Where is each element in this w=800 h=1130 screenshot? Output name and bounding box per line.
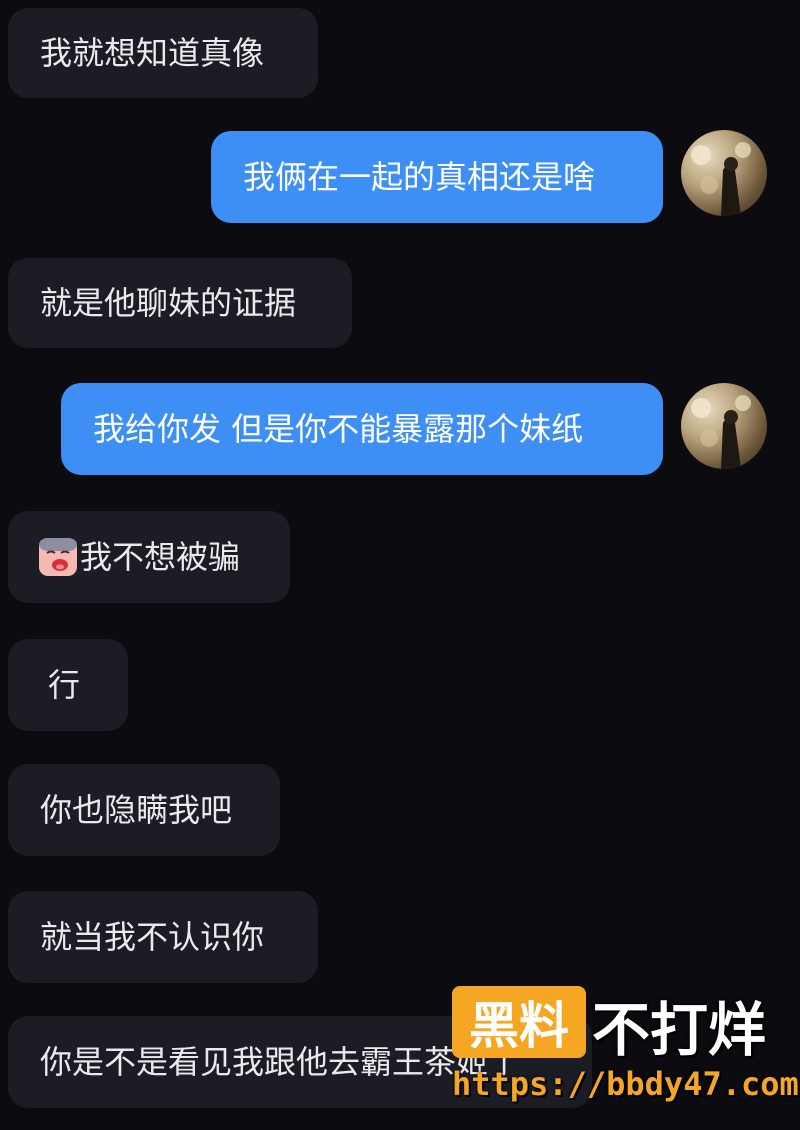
message-bubble-incoming[interactable]: 我不想被骗 [8, 511, 290, 603]
message-text: 就当我不认识你 [40, 918, 265, 956]
message-text: 你是不是看见我跟他去霸王茶姬了 [40, 1043, 521, 1081]
message-text: 你也隐瞒我吧 [40, 791, 233, 829]
message-bubble-incoming[interactable]: 就是他聊妹的证据 [8, 258, 352, 348]
message-bubble-outgoing[interactable]: 我给你发 但是你不能暴露那个妹纸 [61, 383, 663, 475]
message-text: 就是他聊妹的证据 [40, 284, 297, 322]
crying-face-icon [39, 538, 77, 576]
message-text: 我给你发 但是你不能暴露那个妹纸 [93, 410, 584, 448]
watermark-slogan: 不打烊 [592, 996, 767, 1064]
message-text: 我不想被骗 [80, 538, 241, 576]
message-bubble-outgoing[interactable]: 我俩在一起的真相还是啥 [211, 131, 663, 223]
watermark-brand-badge: 黑料 [452, 986, 586, 1058]
user-avatar[interactable] [681, 130, 767, 216]
message-bubble-incoming[interactable]: 就当我不认识你 [8, 891, 318, 983]
message-bubble-incoming[interactable]: 行 [8, 639, 128, 731]
message-text: 我俩在一起的真相还是啥 [243, 158, 596, 196]
user-avatar[interactable] [681, 383, 767, 469]
message-text: 行 [48, 666, 81, 704]
message-text: 我就想知道真像 [40, 34, 265, 72]
message-bubble-incoming[interactable]: 我就想知道真像 [8, 8, 318, 98]
watermark-brand: 黑料 [469, 997, 569, 1055]
avatar-photo [691, 142, 751, 216]
watermark-url: https://bbdy47.com [452, 1065, 799, 1103]
message-bubble-incoming[interactable]: 你也隐瞒我吧 [8, 764, 280, 856]
avatar-photo [691, 395, 751, 469]
